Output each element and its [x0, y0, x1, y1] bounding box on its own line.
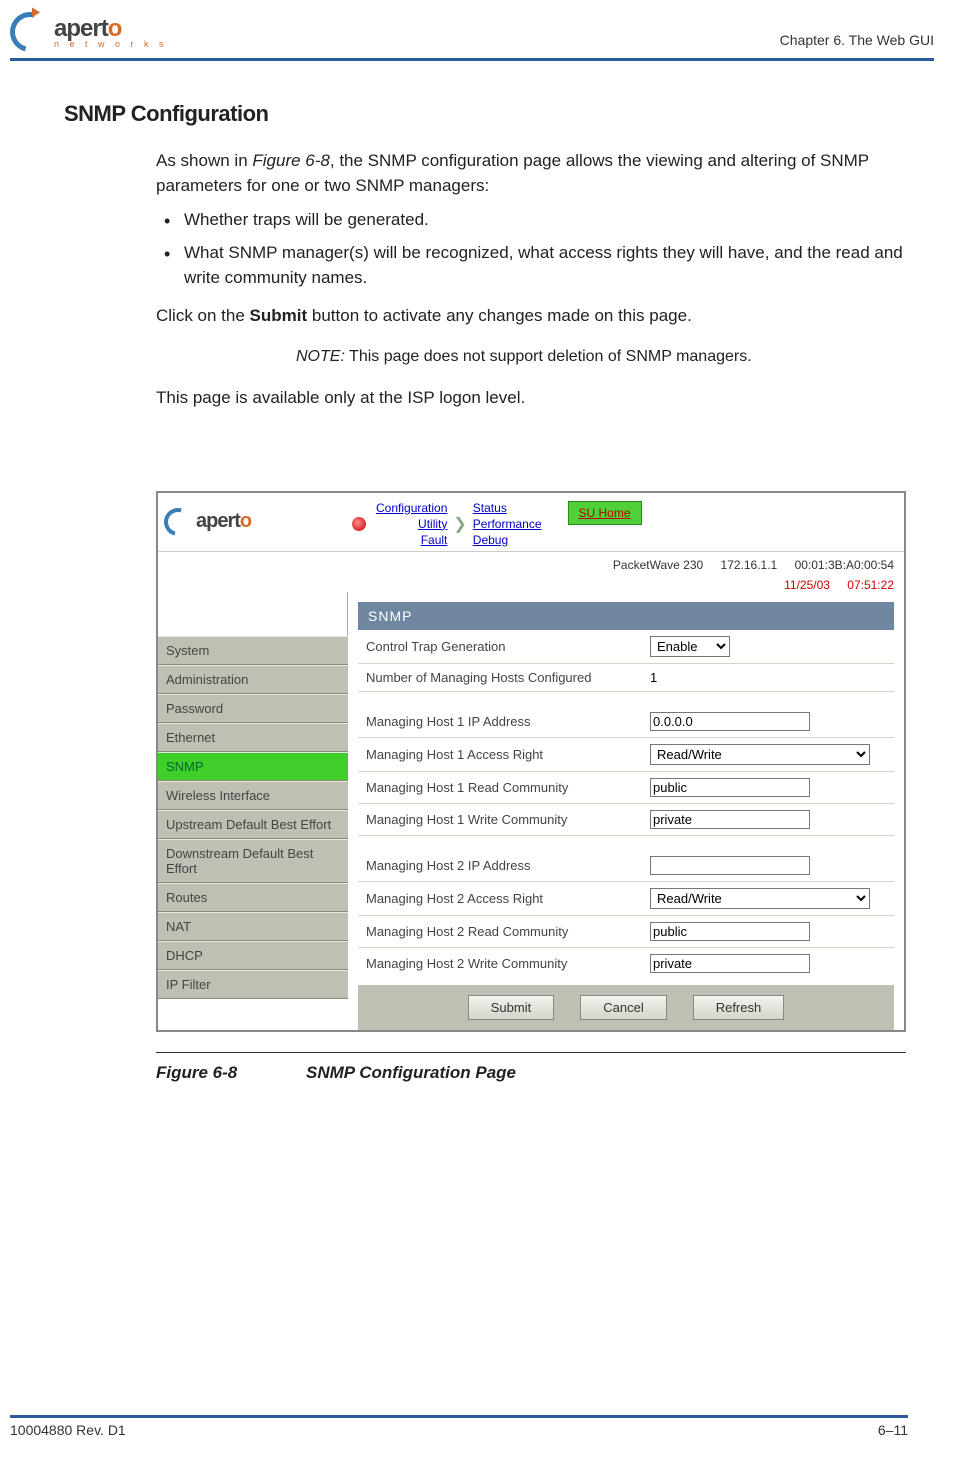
sidebar-item[interactable]: Upstream Default Best Effort — [158, 810, 348, 839]
list-item: Whether traps will be generated. — [156, 208, 908, 233]
footer-rev: 10004880 Rev. D1 — [10, 1422, 126, 1438]
panel-title: SNMP — [358, 602, 894, 630]
h2-access-select[interactable]: Read/Write — [650, 888, 870, 909]
sidebar: SystemAdministrationPasswordEthernetSNMP… — [158, 592, 348, 1030]
num-hosts-value: 1 — [650, 670, 890, 685]
row-num-hosts: Number of Managing Hosts Configured 1 — [358, 664, 894, 692]
sidebar-item[interactable]: Downstream Default Best Effort — [158, 839, 348, 883]
footer-page: 6–11 — [878, 1422, 908, 1438]
list-item: What SNMP manager(s) will be recognized,… — [156, 241, 908, 290]
logo-subtext: n e t w o r k s — [54, 39, 168, 49]
h1-access-select[interactable]: Read/Write — [650, 744, 870, 765]
main-panel: SNMP Control Trap Generation Enable Numb… — [348, 592, 904, 1030]
note-line: NOTE: This page does not support deletio… — [156, 345, 908, 368]
nav-link-performance[interactable]: Performance — [473, 517, 542, 531]
page-header: aperto n e t w o r k s Chapter 6. The We… — [0, 0, 954, 61]
sidebar-item[interactable]: SNMP — [158, 752, 348, 781]
sidebar-item[interactable]: Routes — [158, 883, 348, 912]
row-h2-access: Managing Host 2 Access Right Read/Write — [358, 882, 894, 916]
nav-col-right: Status Performance Debug — [473, 501, 542, 547]
note-text: This page does not support deletion of S… — [345, 348, 752, 365]
row-h1-rc: Managing Host 1 Read Community — [358, 772, 894, 804]
figure-caption: Figure 6-8SNMP Configuration Page — [156, 1063, 906, 1083]
h1-write-input[interactable] — [650, 810, 810, 829]
brand-logo: aperto n e t w o r k s — [10, 12, 168, 52]
nav-link-debug[interactable]: Debug — [473, 533, 542, 547]
isp-paragraph: This page is available only at the ISP l… — [156, 386, 908, 411]
sidebar-item[interactable]: DHCP — [158, 941, 348, 970]
cancel-button[interactable]: Cancel — [580, 995, 666, 1020]
nav-link-configuration[interactable]: Configuration — [376, 501, 447, 515]
h1-read-input[interactable] — [650, 778, 810, 797]
sidebar-item[interactable]: Administration — [158, 665, 348, 694]
meta-time: 07:51:22 — [847, 578, 894, 592]
submit-paragraph: Click on the Submit button to activate a… — [156, 304, 908, 329]
h2-ip-input[interactable] — [650, 856, 810, 875]
row-h1-access: Managing Host 1 Access Right Read/Write — [358, 738, 894, 772]
sidebar-item[interactable]: NAT — [158, 912, 348, 941]
row-h2-ip: Managing Host 2 IP Address — [358, 850, 894, 882]
nav-col-left: Configuration Utility Fault — [376, 501, 447, 547]
sidebar-item[interactable]: Ethernet — [158, 723, 348, 752]
sidebar-item[interactable]: Wireless Interface — [158, 781, 348, 810]
refresh-button[interactable]: Refresh — [693, 995, 785, 1020]
nav-arrow-icon: ❯ — [453, 514, 466, 534]
section-heading: SNMP Configuration — [64, 101, 908, 127]
logo-text: apert — [54, 15, 108, 42]
mini-logo-arc-icon — [159, 503, 197, 541]
page-footer: 10004880 Rev. D1 6–11 — [0, 1415, 954, 1438]
screenshot: aperto Configuration Utility Fault ❯ Sta… — [156, 491, 906, 1032]
logo-text-o: o — [108, 15, 122, 42]
row-h1-ip: Managing Host 1 IP Address — [358, 706, 894, 738]
device-model: PacketWave 230 — [613, 558, 703, 572]
sidebar-item[interactable]: Password — [158, 694, 348, 723]
device-meta: PacketWave 230 172.16.1.1 00:01:3B:A0:00… — [158, 552, 904, 572]
sidebar-item[interactable]: System — [158, 636, 348, 665]
su-home-button[interactable]: SU Home — [568, 501, 642, 525]
nav-link-status[interactable]: Status — [473, 501, 542, 515]
logo-arc-icon — [3, 5, 58, 60]
nav-link-utility[interactable]: Utility — [376, 517, 447, 531]
time-meta: 11/25/03 07:51:22 — [158, 572, 904, 592]
shot-header: aperto Configuration Utility Fault ❯ Sta… — [158, 493, 904, 552]
row-h2-wc: Managing Host 2 Write Community — [358, 948, 894, 979]
note-label: NOTE: — [296, 348, 345, 365]
nav-link-fault[interactable]: Fault — [376, 533, 447, 547]
button-bar: Submit Cancel Refresh — [358, 985, 894, 1030]
nav-dot-icon — [352, 517, 366, 531]
row-h1-wc: Managing Host 1 Write Community — [358, 804, 894, 836]
h2-write-input[interactable] — [650, 954, 810, 973]
figure: aperto Configuration Utility Fault ❯ Sta… — [156, 491, 906, 1083]
page-body: SNMP Configuration As shown in Figure 6-… — [0, 61, 954, 1083]
figure-ref: Figure 6-8 — [252, 151, 329, 170]
shot-logo: aperto — [158, 493, 348, 551]
sidebar-item[interactable]: IP Filter — [158, 970, 348, 999]
device-mac: 00:01:3B:A0:00:54 — [795, 558, 894, 572]
submit-button[interactable]: Submit — [468, 995, 554, 1020]
h1-ip-input[interactable] — [650, 712, 810, 731]
row-trap-generation: Control Trap Generation Enable — [358, 630, 894, 664]
intro-paragraph: As shown in Figure 6-8, the SNMP configu… — [156, 149, 908, 198]
h2-read-input[interactable] — [650, 922, 810, 941]
bullet-list: Whether traps will be generated. What SN… — [156, 208, 908, 290]
figure-rule — [156, 1052, 906, 1053]
meta-date: 11/25/03 — [784, 578, 830, 592]
chapter-title: Chapter 6. The Web GUI — [780, 32, 934, 52]
row-h2-rc: Managing Host 2 Read Community — [358, 916, 894, 948]
trap-select[interactable]: Enable — [650, 636, 730, 657]
device-ip: 172.16.1.1 — [721, 558, 778, 572]
